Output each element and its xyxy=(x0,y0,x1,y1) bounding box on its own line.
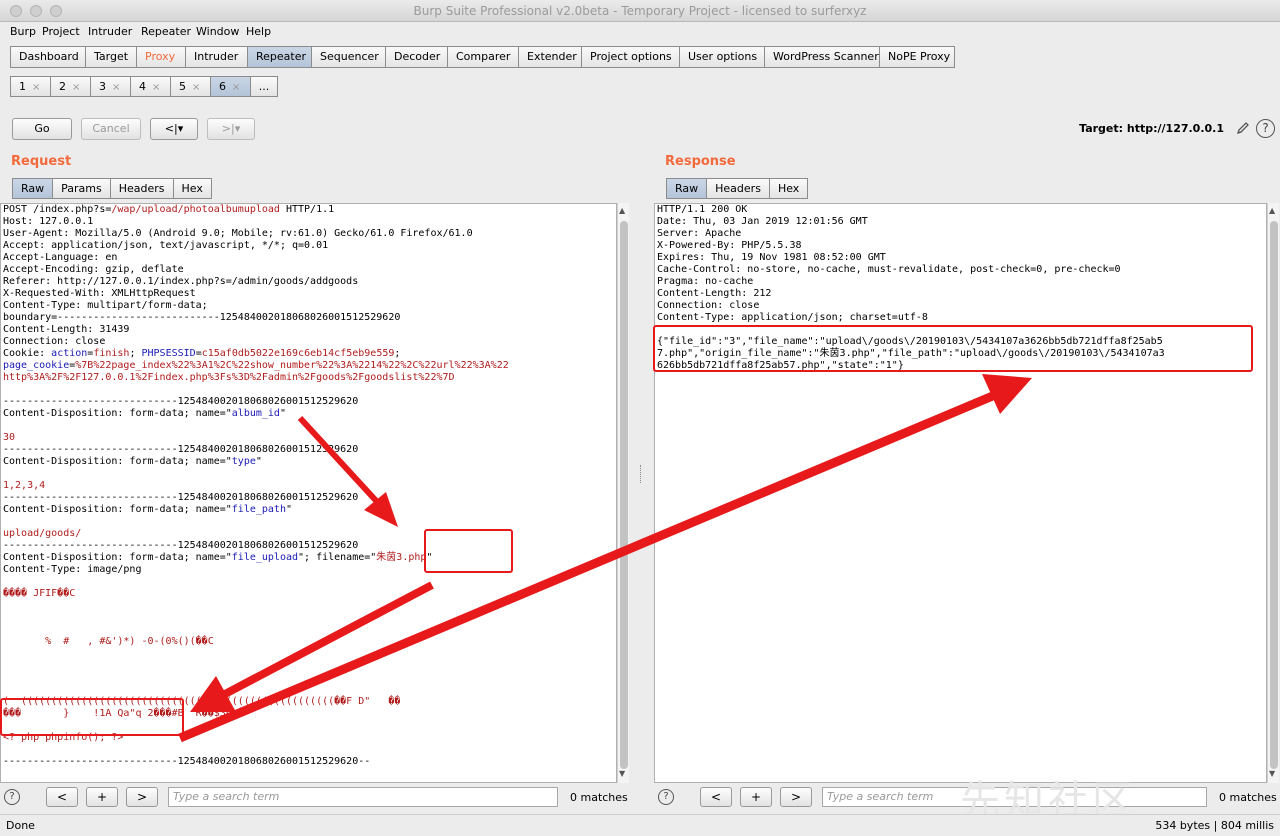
repeater-tab-6[interactable]: 6 × xyxy=(210,76,250,97)
tab-user-options[interactable]: User options xyxy=(679,46,764,68)
tab-project-options[interactable]: Project options xyxy=(581,46,679,68)
request-tab-hex[interactable]: Hex xyxy=(172,178,212,199)
response-editor[interactable]: HTTP/1.1 200 OK Date: Thu, 03 Jan 2019 1… xyxy=(654,203,1267,783)
response-search-add-button[interactable]: + xyxy=(740,787,772,807)
response-view-tabs: Raw Headers Hex xyxy=(666,178,809,199)
request-scrollbar[interactable]: ▲ ▼ xyxy=(617,203,629,783)
repeater-tab-2[interactable]: 2 × xyxy=(50,76,90,97)
repeater-tab-label: 4 xyxy=(139,80,146,93)
repeater-tab-5[interactable]: 5 × xyxy=(170,76,210,97)
payload-highlight-box xyxy=(0,698,184,736)
request-match-count: 0 matches xyxy=(570,791,628,804)
help-icon[interactable]: ? xyxy=(1256,119,1275,138)
request-search-prev-button[interactable]: < xyxy=(46,787,78,807)
divider-grip-icon[interactable] xyxy=(640,465,642,483)
title-bar: Burp Suite Professional v2.0beta - Tempo… xyxy=(0,0,1280,22)
repeater-tab-1[interactable]: 1 × xyxy=(10,76,50,97)
repeater-tab-new[interactable]: ... xyxy=(250,76,278,97)
request-title: Request xyxy=(11,154,72,169)
tab-extender[interactable]: Extender xyxy=(518,46,581,68)
request-editor[interactable]: POST /index.php?s=/wap/upload/photoalbum… xyxy=(0,203,617,783)
menu-project[interactable]: Project xyxy=(42,25,80,38)
scroll-up-icon[interactable]: ▲ xyxy=(1269,206,1275,215)
main-tab-bar: Dashboard Target Proxy Intruder Repeater… xyxy=(10,46,955,68)
menu-burp[interactable]: Burp xyxy=(10,25,36,38)
response-scrollbar[interactable]: ▲ ▼ xyxy=(1267,203,1279,783)
status-bar: Done 534 bytes | 804 millis xyxy=(0,814,1280,836)
edit-target-icon[interactable] xyxy=(1235,120,1251,136)
response-tab-headers[interactable]: Headers xyxy=(706,178,769,199)
window-title: Burp Suite Professional v2.0beta - Tempo… xyxy=(413,4,867,18)
close-tab-icon[interactable]: × xyxy=(112,82,120,93)
tab-intruder[interactable]: Intruder xyxy=(185,46,247,68)
tab-repeater[interactable]: Repeater xyxy=(247,46,311,68)
tab-target[interactable]: Target xyxy=(85,46,136,68)
tab-dashboard[interactable]: Dashboard xyxy=(10,46,85,68)
response-search-next-button[interactable]: > xyxy=(780,787,812,807)
response-highlight-box xyxy=(653,325,1253,372)
response-stats: 534 bytes | 804 millis xyxy=(1155,819,1274,832)
close-tab-icon[interactable]: × xyxy=(152,82,160,93)
repeater-tab-bar: 1 × 2 × 3 × 4 × 5 × 6 × ... xyxy=(10,76,278,97)
request-tab-headers[interactable]: Headers xyxy=(109,178,173,199)
filename-highlight-box xyxy=(424,529,513,573)
request-help-icon[interactable]: ? xyxy=(4,789,20,805)
cancel-button[interactable]: Cancel xyxy=(81,118,141,140)
response-search-prev-button[interactable]: < xyxy=(700,787,732,807)
scroll-down-icon[interactable]: ▼ xyxy=(619,769,625,778)
request-search-input[interactable]: Type a search term xyxy=(168,787,558,807)
repeater-tab-label: 5 xyxy=(179,80,186,93)
repeater-tab-label: 1 xyxy=(19,80,26,93)
repeater-tab-3[interactable]: 3 × xyxy=(90,76,130,97)
close-tab-icon[interactable]: × xyxy=(72,82,80,93)
repeater-tab-label: 6 xyxy=(219,80,226,93)
tab-sequencer[interactable]: Sequencer xyxy=(311,46,385,68)
forward-button[interactable]: >|▾ xyxy=(207,118,255,140)
menu-window[interactable]: Window xyxy=(196,25,239,38)
response-tab-hex[interactable]: Hex xyxy=(768,178,809,199)
scroll-up-icon[interactable]: ▲ xyxy=(619,206,625,215)
close-tab-icon[interactable]: × xyxy=(32,82,40,93)
request-tab-params[interactable]: Params xyxy=(52,178,110,199)
close-tab-icon[interactable]: × xyxy=(192,82,200,93)
response-match-count: 0 matches xyxy=(1219,791,1277,804)
tab-nope-proxy[interactable]: NoPE Proxy xyxy=(879,46,955,68)
status-text: Done xyxy=(6,819,35,832)
target-label: Target: http://127.0.0.1 xyxy=(1079,122,1224,135)
scroll-thumb[interactable] xyxy=(1270,221,1278,769)
go-button[interactable]: Go xyxy=(12,118,72,140)
menu-intruder[interactable]: Intruder xyxy=(88,25,132,38)
tab-comparer[interactable]: Comparer xyxy=(447,46,518,68)
response-title: Response xyxy=(665,154,736,169)
repeater-tab-4[interactable]: 4 × xyxy=(130,76,170,97)
repeater-tab-label: 2 xyxy=(59,80,66,93)
scroll-down-icon[interactable]: ▼ xyxy=(1269,769,1275,778)
request-view-tabs: Raw Params Headers Hex xyxy=(12,178,212,199)
menu-help[interactable]: Help xyxy=(246,25,271,38)
response-help-icon[interactable]: ? xyxy=(658,789,674,805)
request-search-add-button[interactable]: + xyxy=(86,787,118,807)
repeater-tab-label: 3 xyxy=(99,80,106,93)
back-button[interactable]: <|▾ xyxy=(150,118,198,140)
scroll-thumb[interactable] xyxy=(620,221,628,769)
close-tab-icon[interactable]: × xyxy=(232,82,240,93)
tab-proxy[interactable]: Proxy xyxy=(136,46,185,68)
menu-bar: Burp Project Intruder Repeater Window He… xyxy=(0,22,1280,42)
request-search-next-button[interactable]: > xyxy=(126,787,158,807)
request-text: POST /index.php?s=/wap/upload/photoalbum… xyxy=(3,204,509,767)
response-tab-raw[interactable]: Raw xyxy=(666,178,707,199)
request-tab-raw[interactable]: Raw xyxy=(12,178,53,199)
tab-decoder[interactable]: Decoder xyxy=(385,46,447,68)
tab-wordpress-scanner[interactable]: WordPress Scanner xyxy=(764,46,879,68)
menu-repeater[interactable]: Repeater xyxy=(141,25,191,38)
